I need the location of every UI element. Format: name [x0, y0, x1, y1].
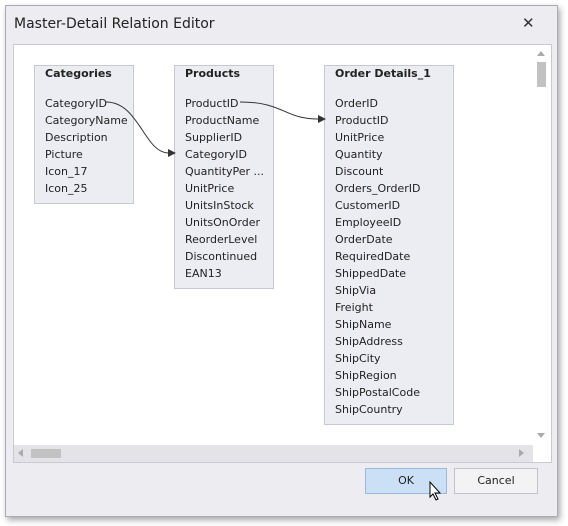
vertical-scrollbar[interactable] — [533, 45, 550, 445]
arrow-head — [168, 149, 176, 157]
relation-lines — [105, 101, 326, 157]
dialog-title: Master-Detail Relation Editor — [14, 16, 215, 32]
dialog-window: Master-Detail Relation Editor ✕ Categori… — [5, 5, 558, 517]
horizontal-scrollbar[interactable] — [14, 445, 533, 462]
scroll-down-icon — [537, 433, 545, 438]
relation-line-categories-products — [105, 101, 169, 154]
scroll-up-icon — [537, 51, 545, 56]
ok-button[interactable]: OK — [365, 468, 447, 494]
scroll-left-icon — [18, 449, 23, 457]
horizontal-scroll-thumb[interactable] — [31, 449, 61, 458]
close-icon[interactable]: ✕ — [522, 14, 535, 32]
relation-line-products-orderdetails — [239, 101, 319, 120]
arrow-head — [318, 115, 326, 123]
cancel-button[interactable]: Cancel — [454, 468, 538, 494]
relation-canvas[interactable]: Categories CategoryID CategoryName Descript… — [13, 44, 552, 463]
scroll-right-icon — [519, 449, 524, 457]
vertical-scroll-thumb[interactable] — [537, 62, 546, 87]
